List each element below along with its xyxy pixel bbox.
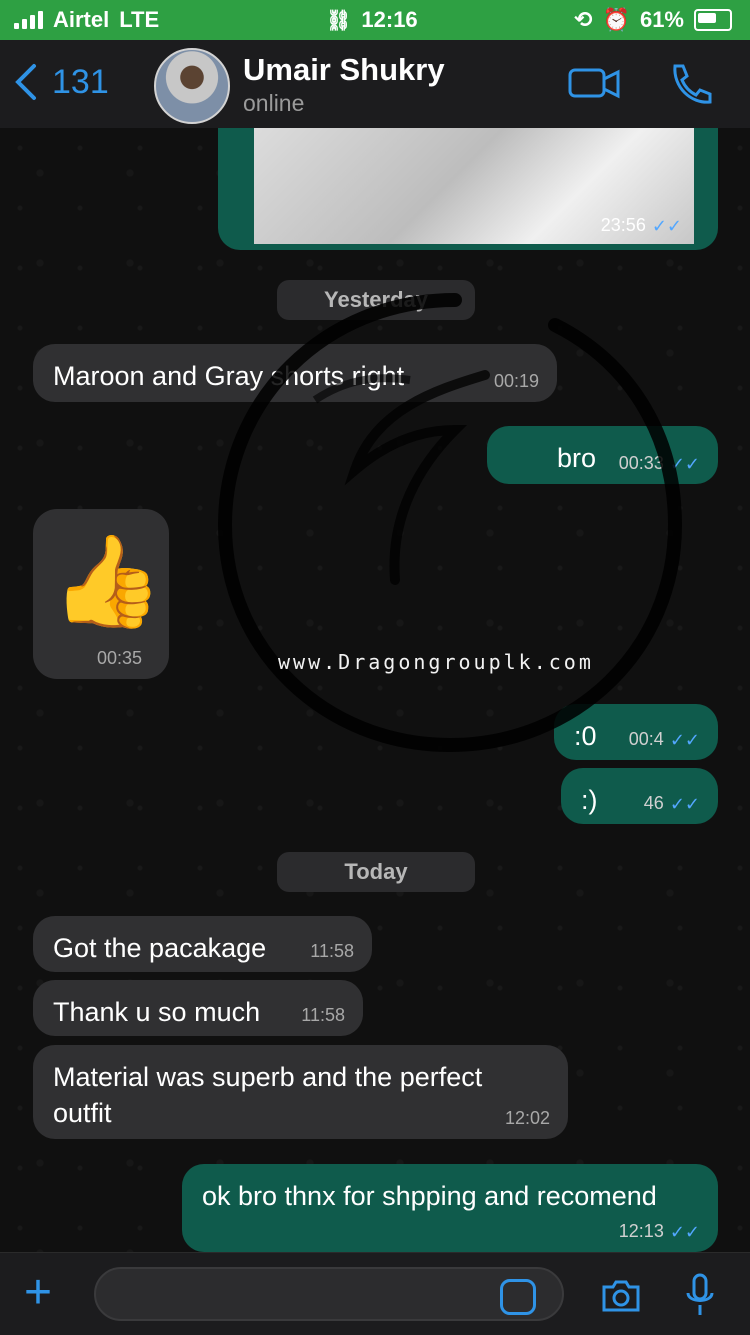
message-time: 00:4 ✓✓	[628, 729, 700, 750]
incoming-message[interactable]: Maroon and Gray shorts right 00:19	[33, 344, 557, 402]
network-label: LTE	[119, 7, 160, 32]
incoming-message[interactable]: Thank u so much 11:58	[33, 980, 363, 1036]
back-count: 131	[52, 62, 109, 101]
read-ticks-icon: ✓✓	[669, 729, 700, 750]
message-text: Got the pacakage	[53, 933, 267, 963]
incoming-message[interactable]: Got the pacakage 11:58	[33, 916, 372, 972]
read-ticks-icon: ✓✓	[669, 453, 700, 474]
carrier-label: Airtel	[53, 7, 110, 32]
read-ticks-icon: ✓✓	[651, 215, 682, 236]
message-time: 23:56 ✓✓	[600, 215, 682, 236]
message-text: Thank u so much	[53, 997, 261, 1027]
video-camera-icon	[568, 68, 620, 99]
status-bar: Airtel LTE ⛓ 12:16 ⟲ ⏰ 61%	[0, 0, 750, 40]
message-time: 11:58	[301, 1005, 345, 1025]
message-text: Material was superb and the perfect outf…	[53, 1062, 483, 1128]
presence-status: online	[243, 90, 305, 116]
read-ticks-icon: ✓✓	[669, 1221, 700, 1242]
message-time: 00:33 ✓✓	[618, 453, 700, 474]
outgoing-message[interactable]: bro 00:33 ✓✓	[487, 426, 718, 484]
outgoing-message[interactable]: :) 46 ✓✓	[561, 768, 718, 824]
message-composer: +	[0, 1252, 750, 1335]
microphone-icon[interactable]	[684, 1273, 716, 1317]
status-right: ⟲ ⏰ 61%	[574, 7, 732, 33]
battery-icon	[694, 9, 732, 31]
clock: 12:16	[361, 7, 418, 32]
sticker-icon[interactable]	[500, 1279, 536, 1315]
plus-icon[interactable]: +	[24, 1269, 52, 1317]
battery-label: 61%	[639, 7, 684, 32]
watermark-url: www.Dragongrouplk.com	[278, 650, 594, 674]
message-time: 00:19	[493, 371, 539, 391]
status-center: ⛓ 12:16	[326, 7, 418, 33]
chat-header: 131 Umair Shukry online	[0, 40, 750, 129]
message-time: 12:02	[504, 1108, 550, 1128]
outgoing-message[interactable]: :0 00:4 ✓✓	[554, 704, 718, 760]
video-call-button[interactable]	[568, 62, 620, 106]
chevron-left-icon	[15, 64, 36, 100]
alarm-icon: ⏰	[602, 7, 630, 32]
message-time: 46 ✓✓	[643, 793, 700, 814]
date-separator: Yesterday	[277, 280, 475, 320]
message-input[interactable]	[94, 1267, 564, 1321]
message-text: Maroon and Gray shorts right	[53, 361, 405, 391]
message-time: 00:35	[97, 648, 143, 668]
message-time: 12:13 ✓✓	[618, 1221, 700, 1242]
orientation-lock-icon: ⟲	[574, 7, 593, 32]
message-text: ok bro thnx for shpping and recomend	[202, 1181, 657, 1211]
image-message[interactable]: 23:56 ✓✓	[218, 128, 718, 250]
message-time: 11:58	[310, 941, 354, 961]
incoming-message[interactable]: Material was superb and the perfect outf…	[33, 1045, 568, 1139]
phone-icon	[673, 64, 712, 104]
camera-icon[interactable]	[600, 1279, 642, 1313]
chat-area[interactable]: 23:56 ✓✓ Yesterday Maroon and Gray shorts…	[0, 128, 750, 1252]
sticker-message[interactable]: 👍 00:35	[33, 509, 169, 679]
contact-name[interactable]: Umair Shukry	[243, 52, 445, 88]
back-button[interactable]: 131	[14, 62, 109, 102]
outgoing-message[interactable]: ok bro thnx for shpping and recomend 12:…	[182, 1164, 718, 1252]
avatar[interactable]	[154, 48, 230, 124]
thumbs-up-emoji: 👍	[51, 532, 164, 632]
status-left: Airtel LTE	[14, 7, 159, 33]
signal-icon	[14, 11, 43, 29]
read-ticks-icon: ✓✓	[669, 793, 700, 814]
voice-call-button[interactable]	[665, 62, 717, 106]
date-separator: Today	[277, 852, 475, 892]
link-icon: ⛓	[326, 9, 352, 32]
